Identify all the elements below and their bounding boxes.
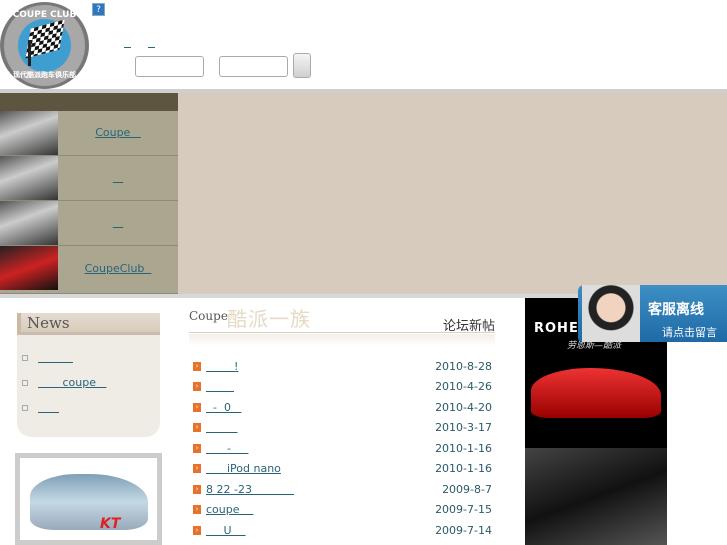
- news-item: [22, 401, 59, 414]
- post-row: › - 2010-1-16: [193, 442, 493, 456]
- help-icon[interactable]: ?: [92, 3, 105, 16]
- nav-header: [0, 93, 178, 111]
- news-link[interactable]: [38, 351, 73, 364]
- arrow-icon: ›: [193, 423, 201, 432]
- post-link[interactable]: iPod nano: [206, 462, 281, 475]
- news-box: News coupe: [17, 313, 160, 437]
- header-link-1[interactable]: [124, 36, 131, 49]
- news-item: [22, 351, 73, 364]
- post-date: 2010-4-26: [435, 380, 492, 393]
- login-button[interactable]: [293, 53, 311, 78]
- post-row: › iPod nano 2010-1-16: [193, 462, 493, 476]
- logo-bottom-text: 现代酷派跑车俱乐部: [13, 71, 76, 79]
- nav-item-2[interactable]: [0, 156, 178, 201]
- flag-pole: [28, 40, 31, 66]
- nav-link[interactable]: Coupe: [58, 126, 178, 139]
- post-link[interactable]: U: [206, 524, 246, 537]
- post-row: › 2010-4-26: [193, 380, 493, 394]
- arrow-icon: ›: [193, 362, 201, 371]
- post-link[interactable]: [206, 380, 234, 393]
- post-row: › ! 2010-8-28: [193, 360, 493, 374]
- car-thumbnail: [0, 246, 58, 290]
- kt-logo: KT: [100, 516, 121, 532]
- arrow-icon: ›: [193, 526, 201, 535]
- post-row: › U 2009-7-14: [193, 524, 493, 538]
- post-row: › - 0 2010-4-20: [193, 401, 493, 415]
- password-input[interactable]: [219, 56, 288, 77]
- arrow-icon: ›: [193, 485, 201, 494]
- banner-area: [178, 93, 727, 294]
- agent-avatar: [582, 285, 640, 342]
- post-link[interactable]: - 0: [206, 401, 241, 414]
- post-date: 2009-7-14: [435, 524, 492, 537]
- post-date: 2010-1-16: [435, 462, 492, 475]
- car-image: [30, 474, 148, 530]
- car-thumbnail: [0, 201, 58, 245]
- post-link[interactable]: [206, 421, 237, 434]
- coupe-club-logo[interactable]: COUPE CLUB 现代酷派跑车俱乐部: [0, 2, 89, 89]
- post-date: 2009-7-15: [435, 503, 492, 516]
- brand-cn: 酷派一族: [227, 307, 311, 331]
- arrow-icon: ›: [193, 464, 201, 473]
- arrow-icon: ›: [193, 444, 201, 453]
- arrow-icon: ›: [193, 505, 201, 514]
- post-link[interactable]: -: [206, 442, 248, 455]
- news-item: coupe: [22, 376, 106, 389]
- header-link-2[interactable]: [148, 36, 155, 49]
- post-date: 2010-1-16: [435, 442, 492, 455]
- news-link[interactable]: [38, 401, 59, 414]
- bullet-icon: [22, 405, 28, 411]
- bullet-icon: [22, 355, 28, 361]
- car-thumbnail: [0, 111, 58, 155]
- bullet-icon: [22, 380, 28, 386]
- arrow-icon: ›: [193, 403, 201, 412]
- post-date: 2009-8-7: [442, 483, 492, 496]
- username-input[interactable]: [135, 56, 204, 77]
- arrow-icon: ›: [193, 382, 201, 391]
- forum-header: Coupe 酷派一族 论坛新帖: [189, 305, 495, 334]
- news-link[interactable]: coupe: [38, 376, 106, 389]
- promo-image[interactable]: KT: [15, 453, 162, 545]
- car-thumbnail: [0, 156, 58, 200]
- nav-link[interactable]: [58, 216, 178, 229]
- nav-item-coupe[interactable]: Coupe: [0, 111, 178, 156]
- post-row: › 2010-3-17: [193, 421, 493, 435]
- post-row: › coupe 2009-7-15: [193, 503, 493, 517]
- car-interior-image: [525, 448, 667, 545]
- red-car-image: [531, 368, 661, 418]
- coupe-label: Coupe: [189, 309, 228, 323]
- nav-link[interactable]: CoupeClub: [58, 262, 178, 275]
- nav-item-3[interactable]: [0, 201, 178, 246]
- post-date: 2010-8-28: [435, 360, 492, 373]
- forum-heading: 论坛新帖: [442, 319, 495, 334]
- nav-item-coupeclub[interactable]: CoupeClub: [0, 246, 178, 294]
- header-shade: [189, 334, 495, 346]
- checkered-flag-icon: [25, 19, 65, 59]
- post-link[interactable]: 8 22 -23: [206, 483, 294, 496]
- post-date: 2010-4-20: [435, 401, 492, 414]
- post-link[interactable]: !: [206, 360, 238, 373]
- logo-top-text: COUPE CLUB: [12, 10, 77, 20]
- customer-service-widget[interactable]: 客服离线 请点击留言: [578, 285, 727, 342]
- service-status: 客服离线: [648, 302, 704, 318]
- leave-message-link[interactable]: 请点击留言: [662, 324, 717, 340]
- nav-link[interactable]: [58, 171, 178, 184]
- post-link[interactable]: coupe: [206, 503, 254, 516]
- news-title: News: [17, 313, 160, 335]
- post-date: 2010-3-17: [435, 421, 492, 434]
- post-row: › 8 22 -23 2009-8-7: [193, 483, 493, 497]
